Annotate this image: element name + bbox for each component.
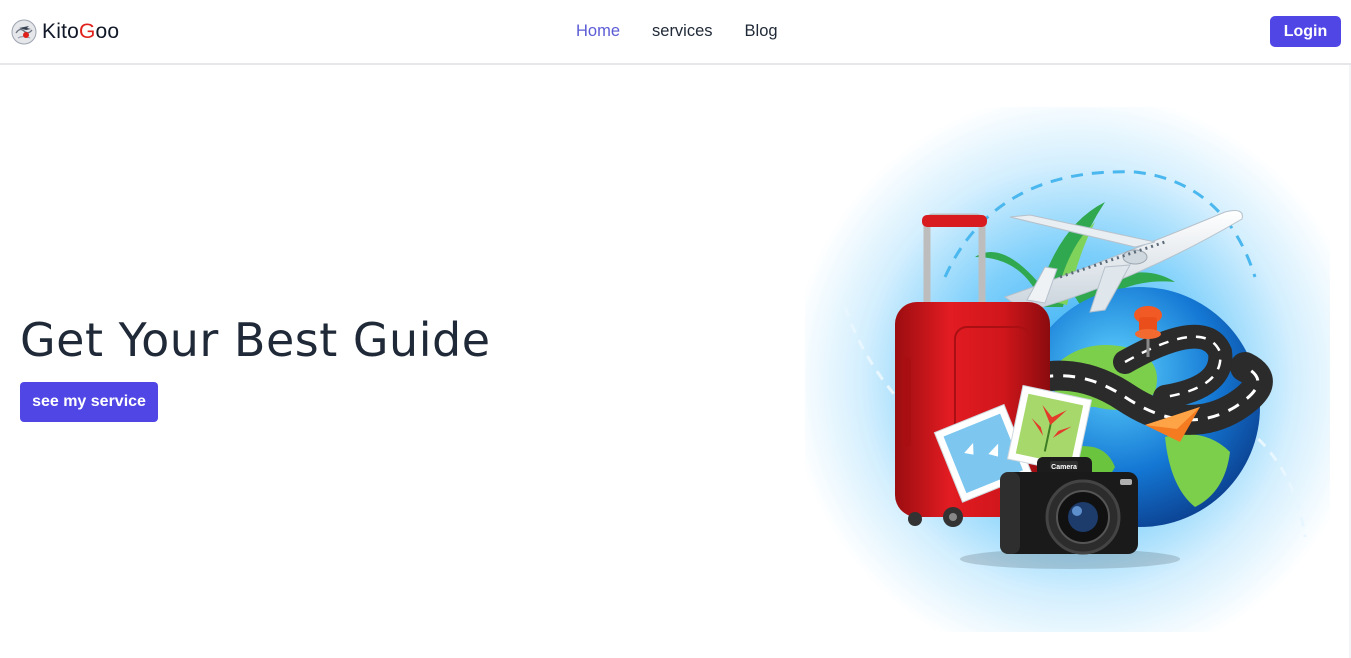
- camera-brand-label: Camera: [1051, 464, 1077, 471]
- brand-logo-link[interactable]: KitoGoo: [11, 19, 119, 45]
- navbar: KitoGoo Home services Blog Login: [0, 0, 1351, 65]
- brand-name: KitoGoo: [42, 20, 120, 43]
- nav-item-home[interactable]: Home: [576, 20, 620, 42]
- hero-title: Get Your Best Guide: [20, 313, 491, 367]
- main-nav: Home services Blog: [576, 20, 778, 42]
- nav-item-services[interactable]: services: [652, 20, 713, 42]
- travel-illustration: Camera: [805, 107, 1330, 632]
- login-button[interactable]: Login: [1270, 16, 1341, 47]
- nav-item-blog[interactable]: Blog: [745, 20, 778, 42]
- travel-globe-icon: [11, 19, 37, 45]
- see-my-service-button[interactable]: see my service: [20, 382, 158, 422]
